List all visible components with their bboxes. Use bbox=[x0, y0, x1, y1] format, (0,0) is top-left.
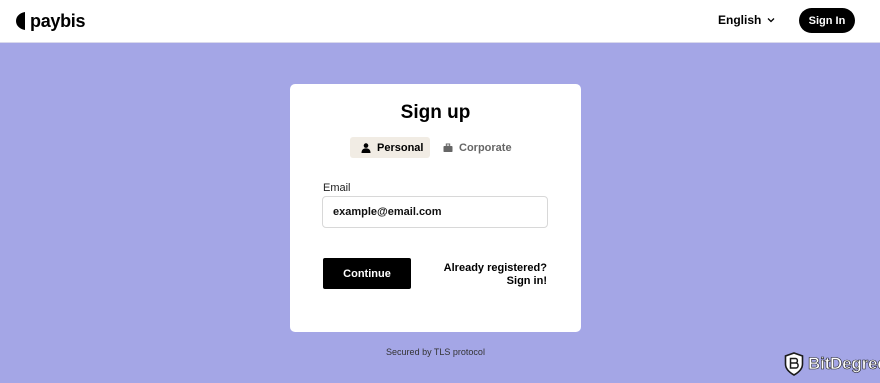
tab-corporate[interactable]: Corporate bbox=[442, 137, 522, 158]
secured-notice: Secured by TLS protocol bbox=[386, 347, 485, 357]
paybis-logo[interactable]: paybis bbox=[16, 10, 86, 31]
sign-in-link[interactable]: Sign in! bbox=[507, 275, 547, 287]
header-sign-in-button[interactable]: Sign In bbox=[799, 8, 855, 33]
already-registered: Already registered? Sign in! bbox=[440, 262, 547, 288]
page-title: Sign up bbox=[400, 102, 471, 123]
tab-personal[interactable]: Personal bbox=[350, 137, 430, 158]
tab-personal-label: Personal bbox=[377, 141, 424, 154]
continue-button[interactable]: Continue bbox=[323, 258, 411, 289]
language-selector[interactable]: English bbox=[718, 13, 775, 27]
email-label: Email bbox=[323, 182, 351, 194]
logo-text: paybis bbox=[30, 10, 86, 31]
bitdegree-watermark: BitDegree bbox=[784, 351, 880, 377]
signup-card: Sign up Personal Corporate Email Continu… bbox=[290, 84, 581, 332]
briefcase-icon bbox=[443, 143, 453, 152]
paybis-logo-mark-icon bbox=[16, 12, 25, 30]
tab-corporate-label: Corporate bbox=[459, 141, 512, 154]
chevron-down-icon bbox=[767, 18, 775, 23]
already-registered-text: Already registered? bbox=[443, 262, 547, 274]
language-label: English bbox=[718, 13, 762, 27]
person-icon bbox=[361, 142, 371, 153]
watermark-text: BitDegree bbox=[808, 354, 880, 374]
email-field[interactable] bbox=[322, 196, 548, 228]
top-header: paybis English Sign In bbox=[0, 0, 880, 43]
bitdegree-shield-icon bbox=[784, 352, 804, 376]
